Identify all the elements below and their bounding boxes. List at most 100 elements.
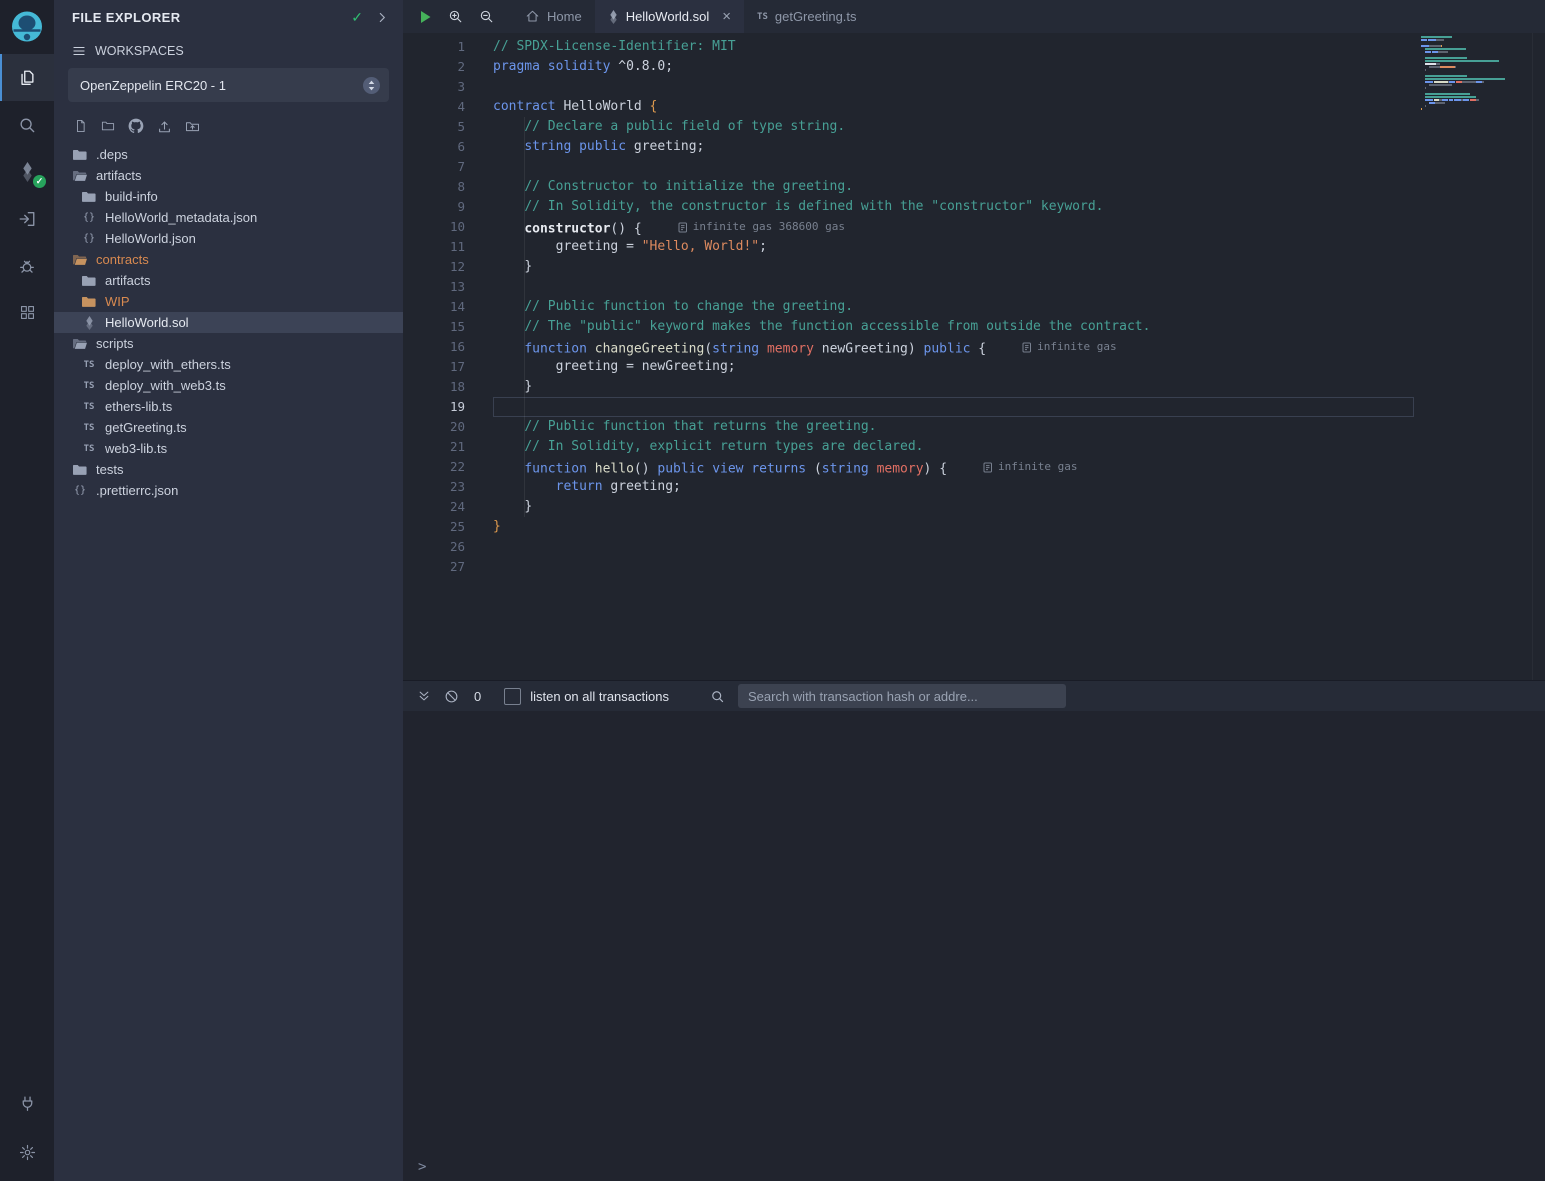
create-folder-button[interactable]: [101, 119, 115, 133]
file-tree-item[interactable]: contracts: [54, 249, 403, 270]
gas-icon: [1022, 342, 1032, 353]
code-line[interactable]: 23 return greeting;: [403, 477, 1545, 497]
file-name: .deps: [96, 147, 128, 162]
code-line[interactable]: 17 greeting = newGreeting;: [403, 357, 1545, 377]
code-line[interactable]: 3: [403, 77, 1545, 97]
code-line[interactable]: 7: [403, 157, 1545, 177]
tab-getGreeting.ts[interactable]: TSgetGreeting.ts: [744, 0, 870, 33]
code-line[interactable]: 15 // The "public" keyword makes the fun…: [403, 317, 1545, 337]
file-tree-item[interactable]: TSgetGreeting.ts: [54, 417, 403, 438]
code-line[interactable]: 26: [403, 537, 1545, 557]
code-line[interactable]: 9 // In Solidity, the constructor is def…: [403, 197, 1545, 217]
clear-console-icon[interactable]: [444, 689, 459, 704]
file-tree-item[interactable]: HelloWorld.sol: [54, 312, 403, 333]
code-line[interactable]: 11 greeting = "Hello, World!";: [403, 237, 1545, 257]
clone-github-icon: [128, 118, 144, 134]
workspaces-label: WORKSPACES: [95, 44, 184, 58]
activity-item-settings[interactable]: [0, 1128, 54, 1177]
workspace-check-icon[interactable]: ✓: [351, 9, 363, 26]
activity-item-solidity-compiler[interactable]: ✓: [0, 148, 54, 195]
activity-item-file-explorer[interactable]: [0, 54, 54, 101]
file-name: tests: [96, 462, 123, 477]
code-line[interactable]: 20 // Public function that returns the g…: [403, 417, 1545, 437]
ts-icon: TS: [81, 381, 97, 391]
workspace-select[interactable]: OpenZeppelin ERC20 - 1: [68, 68, 389, 102]
terminal-output[interactable]: >: [403, 711, 1545, 1181]
folder-open-icon: [72, 337, 88, 350]
terminal-expand-icon[interactable]: [417, 689, 431, 703]
listen-toggle[interactable]: listen on all transactions: [504, 688, 669, 705]
workspace-stepper-icon[interactable]: [362, 76, 381, 95]
home-icon: [525, 9, 540, 24]
activity-item-search[interactable]: [0, 101, 54, 148]
file-tree-item[interactable]: TSethers-lib.ts: [54, 396, 403, 417]
file-tree-item[interactable]: TSweb3-lib.ts: [54, 438, 403, 459]
file-tree-item[interactable]: scripts: [54, 333, 403, 354]
file-explorer-icon: [18, 69, 36, 87]
code-line[interactable]: 4contract HelloWorld {: [403, 97, 1545, 117]
solidity-compiler-icon: [20, 162, 35, 182]
line-number: 16: [403, 337, 493, 357]
line-number: 3: [403, 77, 493, 97]
file-tree-item[interactable]: {}HelloWorld_metadata.json: [54, 207, 403, 228]
create-file-button[interactable]: [74, 119, 88, 133]
code-line[interactable]: 19: [403, 397, 1545, 417]
listen-checkbox[interactable]: [504, 688, 521, 705]
upload-file-button[interactable]: [157, 119, 172, 134]
terminal-search-input[interactable]: [738, 684, 1066, 708]
file-tree-item[interactable]: tests: [54, 459, 403, 480]
code-line[interactable]: 12 }: [403, 257, 1545, 277]
workspaces-menu-icon[interactable]: [72, 44, 86, 58]
chevron-right-icon[interactable]: [376, 11, 389, 24]
file-tree-item[interactable]: TSdeploy_with_ethers.ts: [54, 354, 403, 375]
code-line[interactable]: 22 function hello() public view returns …: [403, 457, 1545, 477]
line-number: 8: [403, 177, 493, 197]
zoom-out-button[interactable]: [471, 9, 502, 24]
code-line[interactable]: 24 }: [403, 497, 1545, 517]
activity-item-debugger[interactable]: [0, 242, 54, 289]
line-content: // In Solidity, explicit return types ar…: [493, 437, 923, 457]
zoom-in-button[interactable]: [440, 9, 471, 24]
file-tree-item[interactable]: {}.prettierrc.json: [54, 480, 403, 501]
remix-logo[interactable]: [0, 0, 54, 54]
activity-item-deploy-run[interactable]: [0, 195, 54, 242]
file-tree-item[interactable]: artifacts: [54, 165, 403, 186]
code-line[interactable]: 21 // In Solidity, explicit return types…: [403, 437, 1545, 457]
code-line[interactable]: 8 // Constructor to initialize the greet…: [403, 177, 1545, 197]
file-tree-item[interactable]: build-info: [54, 186, 403, 207]
line-number: 10: [403, 217, 493, 237]
code-line[interactable]: 2pragma solidity ^0.8.0;: [403, 57, 1545, 77]
code-line[interactable]: 1// SPDX-License-Identifier: MIT: [403, 37, 1545, 57]
file-tree-item[interactable]: artifacts: [54, 270, 403, 291]
tab-Home[interactable]: Home: [512, 0, 595, 33]
tab-HelloWorld.sol[interactable]: HelloWorld.sol×: [595, 0, 744, 33]
activity-bar: ✓: [0, 0, 54, 1181]
minimap[interactable]: [1421, 33, 1505, 117]
editor-scrollbar[interactable]: [1532, 33, 1545, 680]
code-editor[interactable]: 1// SPDX-License-Identifier: MIT2pragma …: [403, 33, 1545, 680]
file-tree-item[interactable]: .deps: [54, 144, 403, 165]
upload-folder-button[interactable]: [185, 119, 200, 134]
file-tree-item[interactable]: {}HelloWorld.json: [54, 228, 403, 249]
close-tab-icon[interactable]: ×: [722, 8, 731, 25]
clone-github-button[interactable]: [128, 118, 144, 134]
code-line[interactable]: 6 string public greeting;: [403, 137, 1545, 157]
folder-open-icon: [72, 169, 88, 182]
code-line[interactable]: 18 }: [403, 377, 1545, 397]
app-root: ✓ FILE EXPLORER ✓ WORKSPACES OpenZeppeli…: [0, 0, 1545, 1181]
code-line[interactable]: 16 function changeGreeting(string memory…: [403, 337, 1545, 357]
file-tree-item[interactable]: WIP: [54, 291, 403, 312]
code-line[interactable]: 27: [403, 557, 1545, 577]
activity-item-plug[interactable]: [0, 1079, 54, 1128]
file-tree-item[interactable]: TSdeploy_with_web3.ts: [54, 375, 403, 396]
code-line[interactable]: 5 // Declare a public field of type stri…: [403, 117, 1545, 137]
code-line[interactable]: 10 constructor() {infinite gas 368600 ga…: [403, 217, 1545, 237]
code-line[interactable]: 13: [403, 277, 1545, 297]
run-script-button[interactable]: [403, 10, 440, 24]
code-line[interactable]: 25}: [403, 517, 1545, 537]
create-folder-icon: [101, 119, 115, 133]
line-content: // Constructor to initialize the greetin…: [493, 177, 853, 197]
ts-icon: TS: [81, 423, 97, 433]
code-line[interactable]: 14 // Public function to change the gree…: [403, 297, 1545, 317]
activity-item-plugin-manager[interactable]: [0, 289, 54, 336]
